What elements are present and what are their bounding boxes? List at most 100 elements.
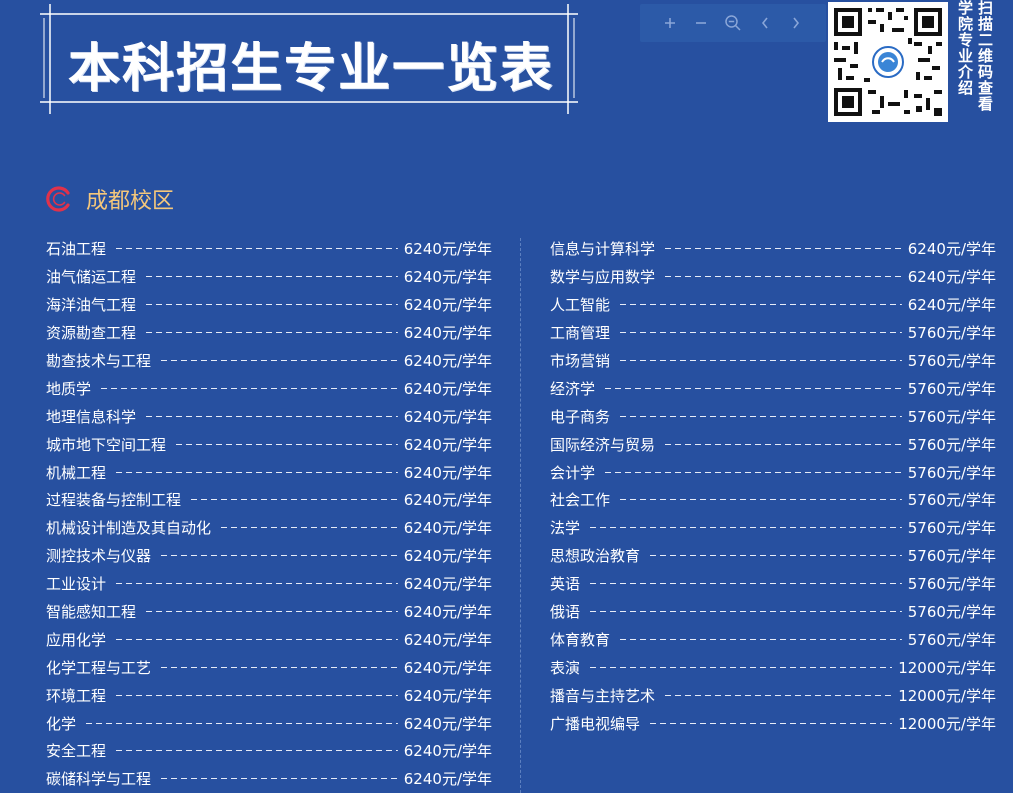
zoom-in-button[interactable] — [659, 12, 681, 34]
major-row: 社会工作 5760元/学年 — [550, 486, 996, 514]
tuition-fee: 6240元/学年 — [907, 240, 996, 259]
tuition-fee: 6240元/学年 — [403, 770, 492, 789]
dotted-leader — [161, 666, 398, 668]
tuition-fee: 6240元/学年 — [403, 240, 492, 259]
major-row: 市场营销 5760元/学年 — [550, 347, 996, 375]
major-name: 社会工作 — [550, 491, 611, 510]
major-row: 思想政治教育 5760元/学年 — [550, 542, 996, 570]
major-name: 信息与计算科学 — [550, 240, 656, 259]
dotted-leader — [116, 694, 398, 696]
tuition-fee: 6240元/学年 — [403, 435, 492, 454]
major-row: 油气储运工程 6240元/学年 — [46, 263, 492, 291]
dotted-leader — [620, 332, 902, 334]
viewer-toolbar — [640, 4, 826, 42]
dotted-leader — [590, 666, 893, 668]
tuition-fee: 5760元/学年 — [907, 407, 996, 426]
major-row: 电子商务 5760元/学年 — [550, 402, 996, 430]
tuition-fee: 5760元/学年 — [907, 630, 996, 649]
dotted-leader — [650, 722, 893, 724]
next-page-button[interactable] — [785, 12, 807, 34]
tuition-fee: 6240元/学年 — [403, 742, 492, 761]
major-row: 过程装备与控制工程 6240元/学年 — [46, 486, 492, 514]
major-row: 资源勘查工程 6240元/学年 — [46, 319, 492, 347]
dotted-leader — [146, 304, 398, 306]
dotted-leader — [161, 360, 398, 361]
right-major-list: 信息与计算科学 6240元/学年 数学与应用数学 6240元/学年 人工智能 6240元/… — [550, 235, 996, 737]
dotted-leader — [605, 387, 902, 389]
major-row: 测控技术与仪器 6240元/学年 — [46, 542, 492, 570]
dotted-leader — [590, 611, 902, 613]
dotted-leader — [146, 276, 398, 278]
qr-caption-line-1: 扫描二维码查看 — [976, 0, 994, 112]
major-name: 机械工程 — [46, 463, 107, 482]
major-row: 城市地下空间工程 6240元/学年 — [46, 430, 492, 458]
major-name: 机械设计制造及其自动化 — [46, 519, 212, 538]
major-name: 工商管理 — [550, 324, 611, 343]
tuition-fee: 6240元/学年 — [403, 603, 492, 622]
major-row: 化学工程与工艺 6240元/学年 — [46, 653, 492, 681]
dotted-leader — [620, 638, 902, 640]
prev-page-button[interactable] — [754, 12, 776, 34]
tuition-fee: 6240元/学年 — [907, 296, 996, 315]
tuition-fee: 6240元/学年 — [403, 658, 492, 677]
major-name: 环境工程 — [46, 686, 107, 705]
dotted-leader — [665, 276, 902, 278]
zoom-out-button[interactable] — [690, 12, 712, 34]
zoom-reset-button[interactable] — [722, 12, 744, 34]
tuition-fee: 5760元/学年 — [907, 324, 996, 343]
tuition-fee: 6240元/学年 — [403, 352, 492, 370]
major-name: 俄语 — [550, 603, 581, 622]
tuition-fee: 6240元/学年 — [403, 630, 492, 649]
dotted-leader — [620, 304, 902, 306]
dotted-leader — [590, 583, 902, 585]
major-name: 表演 — [550, 658, 581, 677]
major-name: 工业设计 — [46, 575, 107, 594]
dotted-leader — [620, 499, 902, 501]
dotted-leader — [605, 471, 902, 473]
tuition-fee: 12000元/学年 — [898, 658, 996, 677]
major-row: 体育教育 5760元/学年 — [550, 625, 996, 653]
magnifier-minus-icon — [725, 15, 741, 31]
dotted-leader — [620, 360, 902, 361]
major-name: 石油工程 — [46, 240, 107, 259]
qr-code-image — [828, 2, 948, 122]
major-row: 安全工程 6240元/学年 — [46, 737, 492, 765]
section-heading: 成都校区 — [46, 182, 174, 216]
major-name: 法学 — [550, 519, 581, 538]
major-row: 表演 12000元/学年 — [550, 653, 996, 681]
dotted-leader — [116, 750, 398, 752]
major-name: 播音与主持艺术 — [550, 686, 656, 705]
qr-caption: 扫描二维码查看 学院专业介绍 — [953, 0, 994, 124]
dotted-leader — [116, 583, 398, 585]
major-name: 国际经济与贸易 — [550, 435, 656, 454]
dotted-leader — [116, 638, 398, 640]
major-row: 石油工程 6240元/学年 — [46, 235, 492, 263]
dotted-leader — [86, 722, 398, 724]
minus-icon — [696, 22, 707, 24]
major-row: 机械工程 6240元/学年 — [46, 458, 492, 486]
major-row: 国际经济与贸易 5760元/学年 — [550, 430, 996, 458]
dotted-leader — [146, 415, 398, 417]
page-title: 本科招生专业一览表 — [68, 39, 555, 99]
major-name: 英语 — [550, 575, 581, 594]
major-row: 工业设计 6240元/学年 — [46, 570, 492, 598]
section-title: 成都校区 — [86, 189, 175, 214]
tuition-fee: 5760元/学年 — [907, 575, 996, 594]
tuition-fee: 6240元/学年 — [403, 296, 492, 315]
dotted-leader — [590, 527, 902, 529]
major-name: 经济学 — [550, 379, 596, 398]
column-divider — [520, 238, 521, 793]
major-row: 播音与主持艺术 12000元/学年 — [550, 681, 996, 709]
major-row: 智能感知工程 6240元/学年 — [46, 598, 492, 626]
major-name: 城市地下空间工程 — [46, 435, 167, 454]
tuition-fee: 6240元/学年 — [403, 547, 492, 566]
major-name: 体育教育 — [550, 630, 611, 649]
dotted-leader — [161, 555, 398, 557]
major-row: 人工智能 6240元/学年 — [550, 291, 996, 319]
major-row: 法学 5760元/学年 — [550, 514, 996, 542]
major-name: 地理信息科学 — [46, 407, 137, 426]
major-row: 会计学 5760元/学年 — [550, 458, 996, 486]
major-name: 市场营销 — [550, 352, 611, 370]
qr-code — [828, 2, 948, 122]
tuition-fee: 12000元/学年 — [898, 714, 996, 733]
